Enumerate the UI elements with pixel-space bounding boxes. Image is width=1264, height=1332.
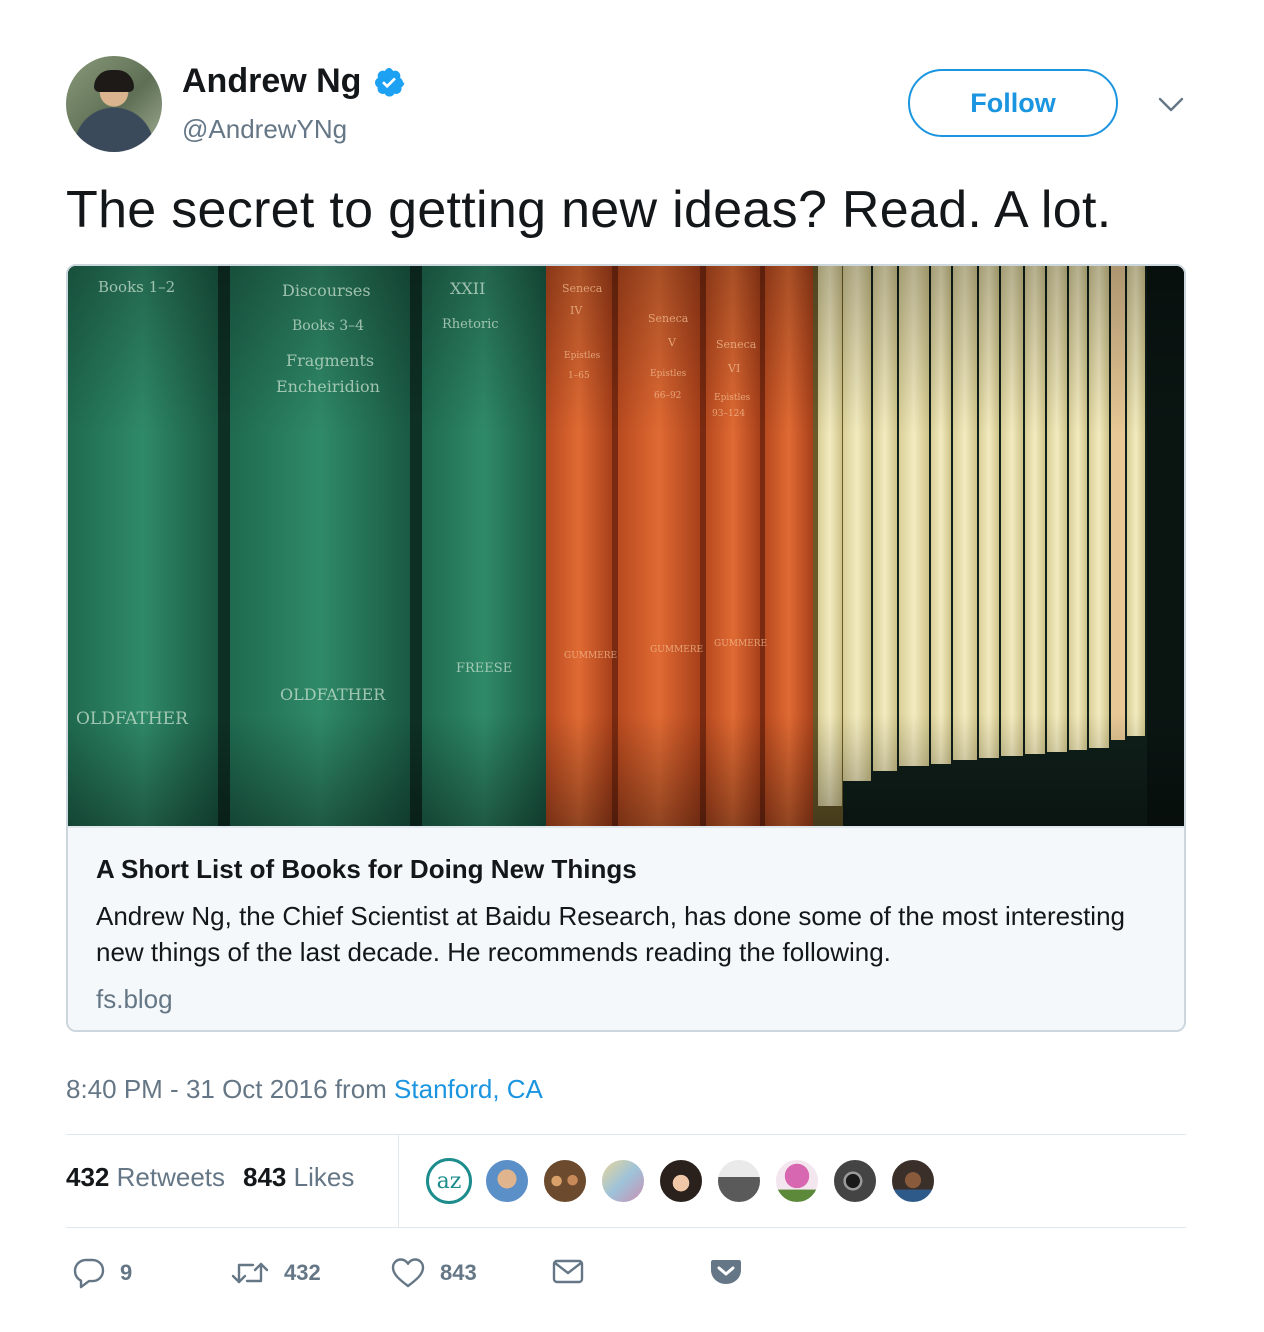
retweet-button[interactable]: 432 — [230, 1256, 321, 1290]
spine-book4-line1: Seneca — [562, 282, 603, 295]
reply-count: 9 — [120, 1260, 133, 1285]
tweet-timestamp-row: 8:40 PM - 31 Oct 2016 from Stanford, CA — [66, 1074, 543, 1105]
spine-book5-line4: 66–92 — [654, 391, 681, 401]
pocket-icon — [711, 1260, 741, 1284]
like-count: 843 — [440, 1260, 477, 1285]
author-name-row: Andrew Ng — [182, 62, 405, 101]
spine-book4-line4: 1–65 — [568, 371, 590, 381]
retweets-count: 432 — [66, 1162, 110, 1192]
spine-book3-line2: Rhetoric — [442, 317, 499, 332]
retweets-stat[interactable]: 432 Retweets — [66, 1162, 225, 1192]
tweet-time[interactable]: 8:40 PM — [66, 1074, 163, 1104]
spine-book2-line3: Fragments — [286, 351, 374, 370]
spine-book5-author: GUMMERE — [650, 645, 703, 655]
spine-book2-line4: Encheiridion — [276, 377, 380, 396]
like-button[interactable]: 843 — [390, 1256, 477, 1290]
pink-tree-avatar[interactable] — [774, 1158, 820, 1204]
spine-book4-line2: IV — [570, 304, 583, 317]
man-avatar[interactable] — [890, 1158, 936, 1204]
avatar-hair — [94, 70, 134, 92]
divider-top — [66, 1134, 1186, 1135]
reply-icon — [73, 1258, 105, 1289]
tweet-location[interactable]: Stanford, CA — [394, 1074, 543, 1104]
spine-book6-author: GUMMERE — [714, 639, 767, 649]
tweet-text: The secret to getting new ideas? Read. A… — [66, 181, 1112, 239]
spine-book2-line2: Books 3–4 — [292, 318, 364, 334]
divider-bottom — [66, 1227, 1186, 1228]
spine-book5-line2: V — [667, 336, 677, 349]
stats-separator — [398, 1135, 399, 1228]
follow-button[interactable]: Follow — [908, 69, 1118, 137]
card-description: Andrew Ng, the Chief Scientist at Baidu … — [96, 901, 1125, 967]
spine-book1-author: OLDFATHER — [76, 709, 189, 729]
link-card[interactable]: Books 1–2 OLDFATHER Discourses Books 3–4… — [66, 264, 1186, 1032]
retweet-count: 432 — [284, 1260, 321, 1285]
heart-icon — [391, 1258, 425, 1288]
tweet-actions: 9 432 843 — [66, 1256, 786, 1296]
likes-count: 843 — [243, 1162, 287, 1192]
spine-book4-author: GUMMERE — [564, 651, 617, 661]
spine-book6-line2: VI — [727, 362, 740, 375]
camera-avatar[interactable] — [832, 1158, 878, 1204]
retweet-icon — [231, 1262, 269, 1284]
chevron-down-icon[interactable] — [1156, 92, 1186, 116]
spine-book6-line4: 93–124 — [712, 409, 745, 419]
likers-list: az — [426, 1158, 948, 1204]
hands-avatar[interactable] — [716, 1158, 762, 1204]
author-handle[interactable]: @AndrewYNg — [182, 114, 347, 145]
card-image[interactable]: Books 1–2 OLDFATHER Discourses Books 3–4… — [68, 266, 1184, 826]
spine-book2-author: OLDFATHER — [280, 685, 386, 704]
retweets-label: Retweets — [116, 1162, 226, 1192]
group-photo-avatar[interactable] — [542, 1158, 588, 1204]
timestamp-separator: - — [162, 1074, 186, 1104]
pocket-button[interactable] — [710, 1256, 742, 1286]
likes-label: Likes — [293, 1162, 355, 1192]
likes-stat[interactable]: 843 Likes — [243, 1162, 354, 1192]
tweet-stats: 432 Retweets 843 Likes — [66, 1162, 354, 1193]
woman-avatar[interactable] — [658, 1158, 704, 1204]
tweet-date[interactable]: 31 Oct 2016 — [186, 1074, 328, 1104]
spine-book6-line1: Seneca — [716, 338, 757, 351]
card-domain: fs.blog — [96, 984, 173, 1014]
reply-button[interactable]: 9 — [72, 1256, 132, 1290]
spine-book3-author: FREESE — [456, 661, 512, 676]
illustration-avatar[interactable] — [600, 1158, 646, 1204]
direct-message-button[interactable] — [552, 1256, 584, 1286]
card-title[interactable]: A Short List of Books for Doing New Thin… — [96, 854, 637, 885]
spine-book3-line1: XXII — [450, 279, 485, 298]
spine-book5-line1: Seneca — [648, 312, 689, 325]
spine-book1-title: Books 1–2 — [98, 278, 175, 296]
card-body[interactable]: A Short List of Books for Doing New Thin… — [68, 826, 1184, 1030]
verified-badge-icon — [375, 67, 405, 97]
envelope-icon — [552, 1259, 584, 1284]
spine-book2-line1: Discourses — [282, 281, 371, 300]
spine-book5-line3: Epistles — [650, 369, 687, 379]
spine-book4-line3: Epistles — [564, 351, 601, 361]
author-display-name[interactable]: Andrew Ng — [182, 62, 361, 101]
from-label: from — [327, 1074, 395, 1104]
bookshelf-image: Books 1–2 OLDFATHER Discourses Books 3–4… — [68, 266, 1184, 826]
spine-book6-line3: Epistles — [714, 393, 751, 403]
author-avatar[interactable] — [66, 56, 162, 152]
smiling-person-avatar[interactable] — [484, 1158, 530, 1204]
az-logo-avatar[interactable]: az — [426, 1158, 472, 1204]
